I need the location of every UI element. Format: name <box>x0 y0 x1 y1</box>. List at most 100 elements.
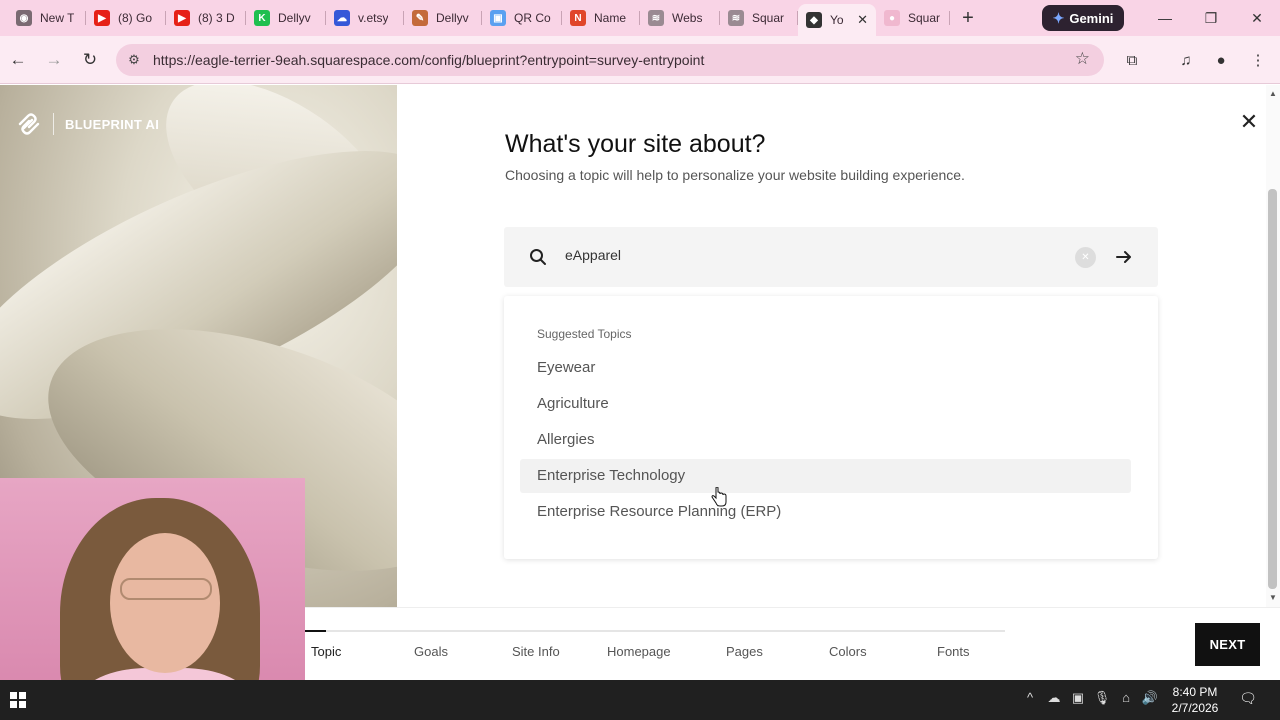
tab-favicon-icon: K <box>254 10 270 26</box>
browser-tab-strip: ◉ New T ▶ (8) Go ▶ (8) 3 D K Dellyv ☁ v.etsy ✎ Dell… <box>0 0 1280 36</box>
tab-favicon-icon: ▣ <box>490 10 506 26</box>
suggestion-item[interactable]: Enterprise Technology <box>520 459 1131 493</box>
reload-icon[interactable]: ↻ <box>78 48 102 72</box>
suggestion-label: Enterprise Resource Planning (ERP) <box>537 503 782 520</box>
browser-tab[interactable]: N Name <box>562 4 640 32</box>
suggestion-label: Allergies <box>537 431 595 448</box>
minimize-button[interactable]: — <box>1142 4 1188 32</box>
browser-tab[interactable]: ☁ v.etsy <box>326 4 404 32</box>
onedrive-icon[interactable]: ☁ <box>1044 690 1064 706</box>
page-title: What's your site about? <box>505 130 766 158</box>
suggestion-label: Agriculture <box>537 395 609 412</box>
profile-avatar[interactable]: ● <box>1209 48 1233 72</box>
browser-tab[interactable]: ≋ Squar <box>720 4 798 32</box>
browser-tab[interactable]: ◉ New T <box>8 4 86 32</box>
gemini-label: Gemini <box>1069 10 1114 26</box>
tab-favicon-icon: ◆ <box>806 12 822 28</box>
microphone-icon[interactable]: 🎙 <box>1092 690 1112 706</box>
tab-title: (8) 3 D <box>198 11 235 25</box>
windows-taskbar: ^ ☁ ▣ 🎙 ⌂ 🔊 8:40 PM 2/7/2026 🗨 <box>0 680 1280 720</box>
scrollbar-thumb[interactable] <box>1268 189 1277 589</box>
step-fonts[interactable]: Fonts <box>937 644 970 659</box>
step-goals[interactable]: Goals <box>414 644 448 659</box>
windows-start-icon[interactable] <box>10 692 26 708</box>
volume-icon[interactable]: 🔊 <box>1140 690 1160 706</box>
tab-favicon-icon: ☁ <box>334 10 350 26</box>
gemini-icon: ✦ <box>1052 9 1065 26</box>
gemini-button[interactable]: ✦ Gemini <box>1042 5 1124 31</box>
step-site-info[interactable]: Site Info <box>512 644 560 659</box>
close-tab-icon[interactable]: ✕ <box>857 12 868 28</box>
browser-tab[interactable]: ✎ Dellyv <box>404 4 482 32</box>
tab-favicon-icon: ● <box>884 10 900 26</box>
close-icon[interactable]: ✕ <box>1238 109 1260 134</box>
brand-name: BLUEPRINT AI <box>65 116 160 132</box>
network-icon[interactable]: ⌂ <box>1116 690 1136 705</box>
next-button[interactable]: NEXT <box>1195 623 1260 666</box>
clear-search-button[interactable]: ✕ <box>1075 247 1096 268</box>
brand-header: BLUEPRINT AI <box>16 113 159 135</box>
scroll-up-icon[interactable]: ▲ <box>1268 89 1278 98</box>
menu-icon[interactable]: ⋮ <box>1246 48 1270 72</box>
back-icon[interactable]: ← <box>6 48 30 72</box>
forward-icon[interactable]: → <box>42 48 66 72</box>
scroll-down-icon[interactable]: ▼ <box>1268 593 1278 602</box>
clock-time: 8:40 PM <box>1172 685 1218 699</box>
extensions-icon[interactable]: ⧉ <box>1120 48 1144 72</box>
tab-favicon-icon: ≋ <box>728 10 744 26</box>
browser-toolbar: ← → ↻ ⚙ https://eagle-terrier-9eah.squar… <box>0 36 1280 84</box>
step-homepage[interactable]: Homepage <box>607 644 671 659</box>
submit-arrow-icon[interactable] <box>1113 246 1135 268</box>
browser-tab[interactable]: ▶ (8) Go <box>86 4 166 32</box>
search-icon <box>528 247 548 267</box>
hand-cursor-icon <box>711 486 727 507</box>
browser-tab[interactable]: ▶ (8) 3 D <box>166 4 246 32</box>
bookmark-star-icon[interactable]: ☆ <box>1075 49 1090 69</box>
tab-favicon-icon: ◉ <box>16 10 32 26</box>
suggestion-item[interactable]: Enterprise Resource Planning (ERP) <box>520 495 1131 529</box>
step-pages[interactable]: Pages <box>726 644 763 659</box>
suggestions-header: Suggested Topics <box>537 327 632 341</box>
browser-tab[interactable]: ● Squar <box>876 4 950 32</box>
tab-title: Dellyv <box>278 11 311 25</box>
suggestion-item[interactable]: Eyewear <box>520 351 1131 385</box>
squarespace-logo-icon <box>16 113 42 135</box>
search-value[interactable]: eApparel <box>565 247 621 263</box>
step-topic[interactable]: Topic <box>311 644 341 659</box>
tab-title: New T <box>40 11 75 25</box>
suggestion-label: Enterprise Technology <box>537 467 686 484</box>
tab-favicon-icon: ▶ <box>94 10 110 26</box>
tab-title: Yo <box>830 13 844 27</box>
taskbar-clock[interactable]: 8:40 PM 2/7/2026 <box>1162 684 1228 716</box>
media-controls-icon[interactable]: ♫ <box>1174 48 1198 72</box>
step-colors[interactable]: Colors <box>829 644 867 659</box>
tab-title: QR Co <box>514 11 551 25</box>
tab-favicon-icon: ≋ <box>648 10 664 26</box>
new-tab-button[interactable]: + <box>956 6 980 30</box>
notifications-icon[interactable]: 🗨 <box>1238 690 1258 710</box>
suggestion-item[interactable]: Agriculture <box>520 387 1131 421</box>
browser-tab[interactable]: ▣ QR Co <box>482 4 562 32</box>
close-window-button[interactable]: ✕ <box>1234 4 1280 32</box>
tab-title: Squar <box>752 11 785 25</box>
show-hidden-icons-icon[interactable]: ^ <box>1020 690 1040 705</box>
site-info-icon[interactable]: ⚙ <box>124 50 144 70</box>
suggestion-label: Eyewear <box>537 359 596 376</box>
meet-icon[interactable]: ▣ <box>1068 690 1088 706</box>
progress-fill <box>305 630 326 632</box>
topic-search-input[interactable]: eApparel ✕ <box>504 227 1158 287</box>
address-bar[interactable]: ⚙ https://eagle-terrier-9eah.squarespace… <box>116 44 1104 76</box>
tab-title: Webs <box>672 11 703 25</box>
tab-favicon-icon: N <box>570 10 586 26</box>
page-subtitle: Choosing a topic will help to personaliz… <box>505 167 965 183</box>
progress-bar <box>305 630 1005 632</box>
browser-tab[interactable]: K Dellyv <box>246 4 326 32</box>
url-text: https://eagle-terrier-9eah.squarespace.c… <box>153 52 705 68</box>
restore-button[interactable]: ❐ <box>1188 4 1234 32</box>
browser-tab[interactable]: ◆ Yo ✕ <box>798 4 876 36</box>
browser-tab[interactable]: ≋ Webs <box>640 4 720 32</box>
suggestion-item[interactable]: Allergies <box>520 423 1131 457</box>
tab-favicon-icon: ✎ <box>412 10 428 26</box>
suggestions-dropdown: Suggested Topics Eyewear Agriculture Aller… <box>504 296 1158 559</box>
tab-title: v.etsy <box>358 11 389 25</box>
